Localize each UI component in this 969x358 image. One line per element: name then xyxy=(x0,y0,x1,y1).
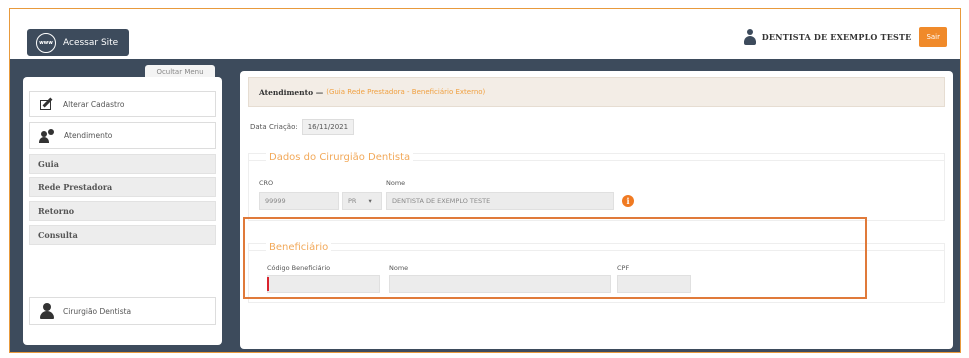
sidebar-item-retorno[interactable]: Retorno xyxy=(29,201,216,221)
page-header: Atendimento — (Guia Rede Prestadora - Be… xyxy=(248,77,945,107)
uf-value: PR xyxy=(348,197,357,205)
sidebar: Alterar Cadastro Atendimento Guia Rede P… xyxy=(23,77,222,345)
uf-select[interactable]: PR ▾ xyxy=(342,192,382,210)
dentist-section-title: Dados do Cirurgião Dentista xyxy=(266,152,414,163)
nome-label: Nome xyxy=(386,179,406,187)
www-icon-label: www xyxy=(39,39,53,46)
user-name: DENTISTA DE EXEMPLO TESTE xyxy=(761,32,912,42)
sidebar-item-label: Alterar Cadastro xyxy=(63,99,125,109)
www-globe-icon: www xyxy=(36,32,56,53)
chevron-down-icon: ▾ xyxy=(368,197,372,205)
highlight-box xyxy=(243,217,867,299)
sidebar-item-guia[interactable]: Guia xyxy=(29,154,216,174)
user-area: DENTISTA DE EXEMPLO TESTE Sair xyxy=(743,27,947,47)
person-icon xyxy=(40,303,54,319)
info-icon[interactable]: i xyxy=(622,195,634,207)
top-bar: www Acessar Site DENTISTA DE EXEMPLO TES… xyxy=(10,9,960,59)
creation-date-label: Data Criação: xyxy=(250,123,298,131)
page-title: Atendimento — xyxy=(259,87,324,97)
main-panel: Atendimento — (Guia Rede Prestadora - Be… xyxy=(240,71,953,349)
service-icon xyxy=(39,128,55,143)
page-subtitle: (Guia Rede Prestadora - Beneficiário Ext… xyxy=(326,88,486,96)
dentist-name-field[interactable]: DENTISTA DE EXEMPLO TESTE xyxy=(386,192,614,210)
creation-date-value: 16/11/2021 xyxy=(301,119,355,135)
cro-field[interactable]: 99999 xyxy=(259,192,339,210)
sidebar-item-cirurgiao-dentista[interactable]: Cirurgião Dentista xyxy=(29,297,216,325)
sidebar-item-label: Cirurgião Dentista xyxy=(63,306,132,316)
sidebar-item-consulta[interactable]: Consulta xyxy=(29,225,216,245)
dentist-section: Dados do Cirurgião Dentista CRO 99999 PR… xyxy=(248,152,945,221)
cro-label: CRO xyxy=(259,179,274,187)
app-frame: www Acessar Site DENTISTA DE EXEMPLO TES… xyxy=(9,8,961,353)
sidebar-item-atendimento[interactable]: Atendimento xyxy=(29,122,216,149)
sidebar-item-label: Atendimento xyxy=(64,131,113,140)
creation-date-row: Data Criação: 16/11/2021 xyxy=(250,119,355,135)
access-site-button[interactable]: www Acessar Site xyxy=(27,29,129,56)
access-site-label: Acessar Site xyxy=(63,37,119,48)
user-icon xyxy=(743,29,756,45)
sidebar-item-alterar-cadastro[interactable]: Alterar Cadastro xyxy=(29,91,216,117)
edit-icon xyxy=(40,97,54,110)
sidebar-item-rede-prestadora[interactable]: Rede Prestadora xyxy=(29,177,216,197)
logout-button[interactable]: Sair xyxy=(919,27,947,47)
